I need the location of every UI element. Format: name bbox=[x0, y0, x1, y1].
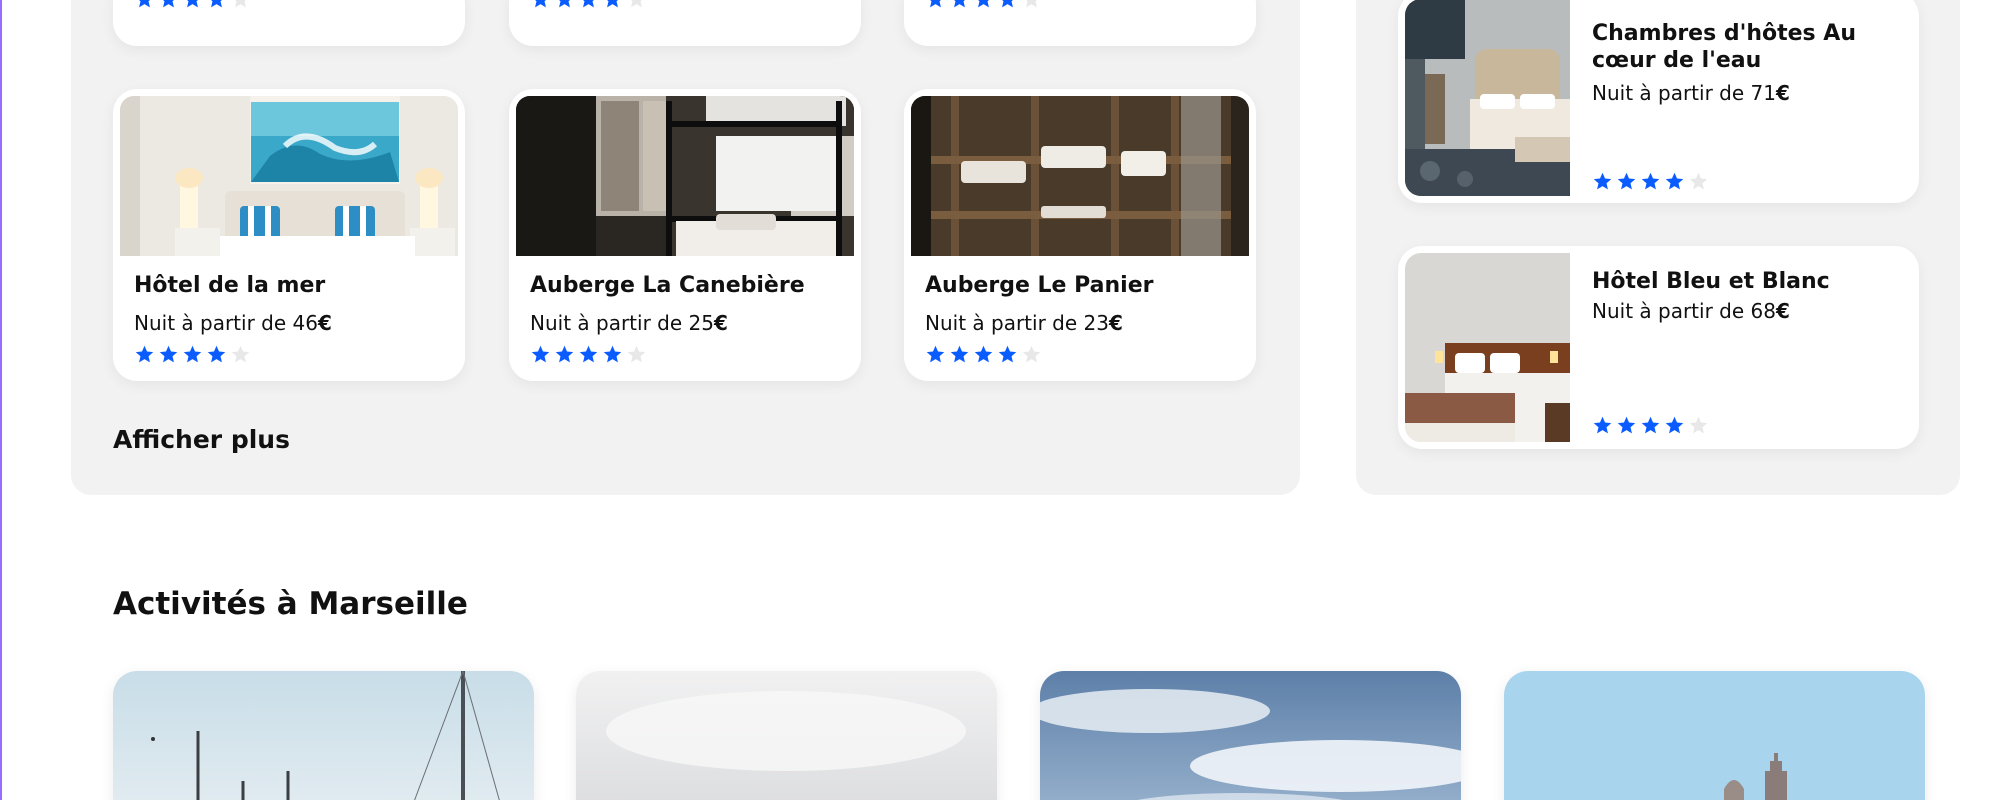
star-filled-icon bbox=[159, 345, 178, 363]
hotel-photo-wood-headboard-room bbox=[1405, 253, 1570, 442]
star-empty-icon bbox=[631, 0, 642, 8]
star-filled-icon bbox=[183, 345, 202, 363]
activity-photo-harbour bbox=[113, 671, 534, 800]
hotel-card[interactable]: Auberge Le Panier Nuit à partir de 23€ bbox=[904, 89, 1256, 381]
star-filled-icon bbox=[1641, 172, 1660, 190]
show-more-link[interactable]: Afficher plus bbox=[113, 425, 290, 454]
hotel-photo-upholstered-bed bbox=[1405, 0, 1570, 196]
activity-photo-cloudy-sky bbox=[576, 671, 997, 800]
rating-stars bbox=[1592, 171, 1709, 192]
star-filled-icon bbox=[1617, 416, 1636, 434]
activity-card[interactable] bbox=[576, 671, 997, 800]
hotel-price: Nuit à partir de 23€ bbox=[925, 311, 1123, 335]
hotel-card-stub[interactable] bbox=[113, 0, 465, 46]
star-filled-icon bbox=[135, 345, 154, 363]
rating-stars bbox=[925, 0, 1042, 10]
star-filled-icon bbox=[1593, 172, 1612, 190]
star-filled-icon bbox=[607, 0, 618, 8]
star-filled-icon bbox=[555, 345, 574, 363]
hotel-photo-hostel-bunks bbox=[516, 96, 854, 256]
activities-section-title: Activités à Marseille bbox=[113, 586, 468, 622]
star-filled-icon bbox=[978, 0, 989, 8]
star-filled-icon bbox=[559, 0, 570, 8]
hotel-name: Auberge La Canebière bbox=[530, 273, 805, 298]
star-filled-icon bbox=[139, 0, 150, 8]
star-filled-icon bbox=[579, 345, 598, 363]
rating-stars bbox=[925, 344, 1042, 365]
star-filled-icon bbox=[930, 0, 941, 8]
star-filled-icon bbox=[603, 345, 622, 363]
hotel-card[interactable]: Hôtel de la mer Nuit à partir de 46€ bbox=[113, 89, 465, 381]
star-empty-icon bbox=[235, 0, 246, 8]
activity-card[interactable] bbox=[1504, 671, 1925, 800]
hotel-name: Auberge Le Panier bbox=[925, 273, 1154, 298]
hotel-photo-bedroom-sea bbox=[120, 96, 458, 256]
hotel-card-stub[interactable] bbox=[509, 0, 861, 46]
star-filled-icon bbox=[954, 0, 965, 8]
rating-stars bbox=[530, 344, 647, 365]
star-empty-icon bbox=[231, 345, 250, 363]
activity-photo-blue-sky bbox=[1040, 671, 1461, 800]
star-empty-icon bbox=[1689, 172, 1708, 190]
star-filled-icon bbox=[211, 0, 222, 8]
star-filled-icon bbox=[1617, 172, 1636, 190]
rating-stars bbox=[134, 0, 251, 10]
star-filled-icon bbox=[583, 0, 594, 8]
star-filled-icon bbox=[187, 0, 198, 8]
hotel-photo-wooden-capsules bbox=[911, 96, 1249, 256]
star-filled-icon bbox=[1593, 416, 1612, 434]
hotel-name: Hôtel de la mer bbox=[134, 273, 326, 298]
rating-stars bbox=[134, 344, 251, 365]
hotel-price: Nuit à partir de 71€ bbox=[1592, 81, 1790, 105]
star-filled-icon bbox=[207, 345, 226, 363]
activity-photo-basilica bbox=[1504, 671, 1925, 800]
rating-stars bbox=[1592, 415, 1709, 436]
hotel-card-stub[interactable] bbox=[904, 0, 1256, 46]
activity-card[interactable] bbox=[1040, 671, 1461, 800]
star-filled-icon bbox=[1641, 416, 1660, 434]
star-filled-icon bbox=[1002, 0, 1013, 8]
sidebar-hotel-card[interactable]: Chambres d'hôtes Au cœur de l'eau Nuit à… bbox=[1398, 0, 1919, 203]
sidebar-hotel-card[interactable]: Hôtel Bleu et Blanc Nuit à partir de 68€ bbox=[1398, 246, 1919, 449]
star-filled-icon bbox=[950, 345, 969, 363]
star-empty-icon bbox=[627, 345, 646, 363]
window-edge bbox=[0, 0, 2, 800]
activity-card[interactable] bbox=[113, 671, 534, 800]
star-filled-icon bbox=[535, 0, 546, 8]
star-empty-icon bbox=[1689, 416, 1708, 434]
hotel-card[interactable]: Auberge La Canebière Nuit à partir de 25… bbox=[509, 89, 861, 381]
star-empty-icon bbox=[1026, 0, 1037, 8]
star-filled-icon bbox=[1665, 416, 1684, 434]
star-filled-icon bbox=[531, 345, 550, 363]
hotel-price: Nuit à partir de 46€ bbox=[134, 311, 332, 335]
star-filled-icon bbox=[926, 345, 945, 363]
star-filled-icon bbox=[163, 0, 174, 8]
hotel-price: Nuit à partir de 68€ bbox=[1592, 299, 1790, 323]
star-filled-icon bbox=[974, 345, 993, 363]
hotel-name: Hôtel Bleu et Blanc bbox=[1592, 269, 1830, 294]
star-filled-icon bbox=[998, 345, 1017, 363]
hotel-name: Chambres d'hôtes Au cœur de l'eau bbox=[1592, 21, 1856, 73]
hotel-price: Nuit à partir de 25€ bbox=[530, 311, 728, 335]
star-filled-icon bbox=[1665, 172, 1684, 190]
rating-stars bbox=[530, 0, 647, 10]
star-empty-icon bbox=[1022, 345, 1041, 363]
